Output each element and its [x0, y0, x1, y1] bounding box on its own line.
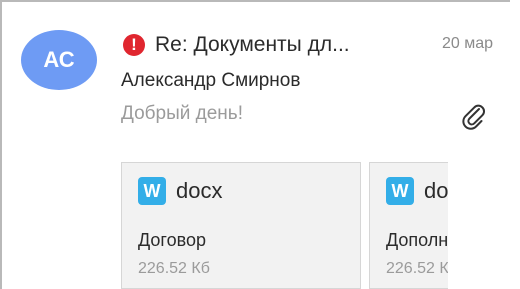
attachment-header: W docx — [138, 177, 222, 205]
message-subject[interactable]: Re: Документы дл... — [155, 33, 350, 57]
attachment-size: 226.52 Кб — [138, 260, 210, 277]
paperclip-icon[interactable] — [460, 100, 486, 130]
attachment-size: 226.52 Кб — [386, 260, 448, 277]
message-date: 20 мар — [441, 35, 493, 52]
subject-row[interactable]: ! Re: Документы дл... 20 мар — [123, 31, 493, 59]
word-file-icon: W — [386, 177, 414, 205]
avatar: АС — [21, 30, 97, 90]
message-preview: Добрый день! — [121, 103, 243, 124]
attachment-name: Дополнение — [386, 230, 448, 250]
importance-icon: ! — [123, 34, 145, 56]
attachment-header: W docx — [386, 177, 448, 205]
attachment-name: Договор — [138, 230, 206, 250]
attachment-card[interactable]: W docx Договор 226.52 Кб — [121, 162, 361, 289]
message-sender: Александр Смирнов — [121, 70, 301, 91]
attachment-card[interactable]: W docx Дополнение 226.52 Кб — [369, 162, 448, 289]
attachment-extension: docx — [176, 178, 223, 203]
attachments-strip: W docx Договор 226.52 Кб W docx Дополнен… — [121, 162, 448, 289]
word-file-icon: W — [138, 177, 166, 205]
attachment-extension: docx — [424, 178, 448, 203]
avatar-initials: АС — [43, 47, 75, 72]
